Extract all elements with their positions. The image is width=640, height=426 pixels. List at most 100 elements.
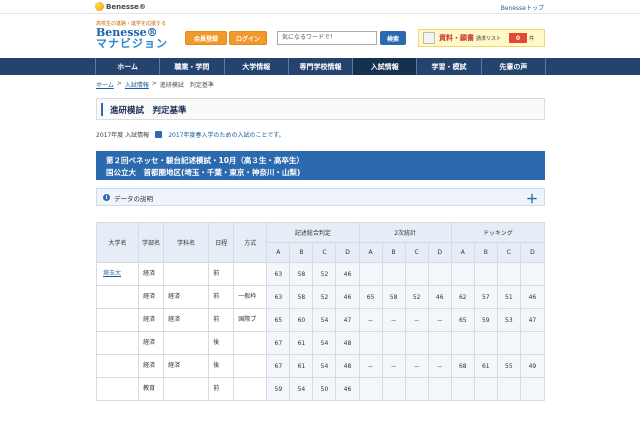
score-cell: 63 [266,262,291,286]
score-cell: 61 [473,354,498,378]
table-row: 埼玉大 経済 前 63 58 52 46 [95,262,546,286]
nav-jobs[interactable]: 職業・学問 [159,58,223,75]
score-cell: 46 [519,285,546,309]
score-cell: 58 [381,285,406,309]
page-title-box: 進研模試 判定基準 [96,98,545,120]
score-cell [404,262,429,286]
search-input[interactable]: 気になるワードで！ [277,31,377,45]
nav-home[interactable]: ホーム [95,58,159,75]
nav-vocational[interactable]: 専門学校情報 [287,58,352,75]
score-cell [404,377,429,401]
method-cell: 国際プ [233,308,268,332]
faculty-cell: 教育 [138,377,165,401]
term-cell: 前 [208,285,235,309]
grade-header: A [450,242,475,263]
score-cell [450,262,475,286]
score-cell [496,377,521,401]
method-cell [233,377,268,401]
search-button[interactable]: 検索 [380,31,406,45]
grade-header: D [427,242,452,263]
score-cell [381,262,406,286]
col-faculty: 学部名 [138,222,165,263]
score-cell: 65 [450,308,475,332]
top-utility-bar: Benesse® Benesseトップ [0,0,640,14]
login-button[interactable]: ログイン [229,31,267,45]
nav-exam-info[interactable]: 入試情報 [352,58,417,75]
score-cell: 54 [312,354,337,378]
grade-header: C [404,242,429,263]
score-cell [519,377,546,401]
benesse-logo[interactable]: Benesse® [95,2,146,11]
request-count: 0 [509,33,528,43]
group-header: ドッキング [450,222,546,243]
score-cell: 47 [519,308,546,332]
univ-cell [95,331,140,355]
grade-header: D [335,242,360,263]
dept-cell: 経済 [163,285,210,309]
benesse-mark-icon [95,2,104,11]
score-cell: 49 [519,354,546,378]
grade-header: B [381,242,406,263]
year-info: 2017年度 入試情報 2017年度春入学のための入試のことです。 [96,130,285,139]
grade-header: C [496,242,521,263]
request-unit: 件 [529,35,535,42]
score-cell: 54 [289,377,314,401]
breadcrumb-home[interactable]: ホーム [96,80,114,89]
year-label: 2017年度 入試情報 [96,132,150,139]
score-cell: 62 [450,285,475,309]
score-cell [473,331,498,355]
data-description-toggle[interactable]: i データの説明 ＋ [96,188,545,206]
site-logo[interactable]: 高校生の進路・進学を応援する Benesse® マナビジョン [96,20,168,49]
score-cell [381,377,406,401]
criteria-table: 大学名 学部名 学科名 日程 方式 記述総合判定 2次統計 ドッキング ABCD… [95,222,546,401]
score-cell [427,331,452,355]
note-icon [155,131,163,138]
main-nav: ホーム 職業・学問 大学情報 専門学校情報 入試情報 学習・模試 先輩の声 [0,58,640,75]
dept-cell: 経済 [163,308,210,332]
benesse-brand: Benesse® [106,2,146,11]
grade-header: D [519,242,546,263]
faculty-cell: 経済 [138,262,165,286]
score-cell [404,331,429,355]
method-cell [233,354,268,378]
score-cell: － [427,354,452,378]
score-cell: 46 [335,285,360,309]
table-row: 経済 経済後 67 61 54 48 －－－－ 68 61 55 49 [95,354,546,378]
univ-cell [95,354,140,378]
title-accent-bar [101,103,103,116]
univ-cell [95,285,140,309]
grade-header: A [358,242,383,263]
request-label: 資料・願書 [439,34,474,42]
score-cell: 68 [450,354,475,378]
univ-cell[interactable]: 埼玉大 [95,262,140,286]
grade-header: C [312,242,337,263]
col-method: 方式 [233,222,268,263]
nav-univ[interactable]: 大学情報 [223,58,288,75]
score-cell: 46 [335,262,360,286]
score-cell: 61 [289,331,314,355]
score-cell: 55 [496,354,521,378]
nav-study[interactable]: 学習・模試 [416,58,480,75]
exam-region: 国公立大 首都圏地区(埼玉・千葉・東京・神奈川・山梨) [106,168,301,177]
score-cell: 67 [266,354,291,378]
grade-header: B [473,242,498,263]
score-cell: 63 [266,285,291,309]
term-cell: 前 [208,262,235,286]
term-cell: 後 [208,354,235,378]
breadcrumb-sep: > [151,80,157,87]
register-button[interactable]: 会員登録 [185,31,227,45]
score-cell: 67 [266,331,291,355]
nav-seniors[interactable]: 先輩の声 [480,58,546,75]
table-body: 埼玉大 経済前 63 58 52 46 経済 経済前一般枠 63 58 52 46 65 58 52 46 62… [95,262,546,401]
benesse-top-link[interactable]: Benesseトップ [501,3,544,12]
score-cell: 65 [358,285,383,309]
score-cell: － [404,308,429,332]
request-list-box[interactable]: 資料・願書 請求リスト 0 件 [418,29,545,47]
score-cell: 58 [289,285,314,309]
score-cell [358,331,383,355]
table-row: 経済 経済前国際プ 65 60 54 47 －－－－ 65 59 53 47 [95,308,546,332]
score-cell: － [404,354,429,378]
method-cell: 一般枠 [233,285,268,309]
breadcrumb-exam-info[interactable]: 入試情報 [125,80,149,89]
score-cell: 60 [289,308,314,332]
